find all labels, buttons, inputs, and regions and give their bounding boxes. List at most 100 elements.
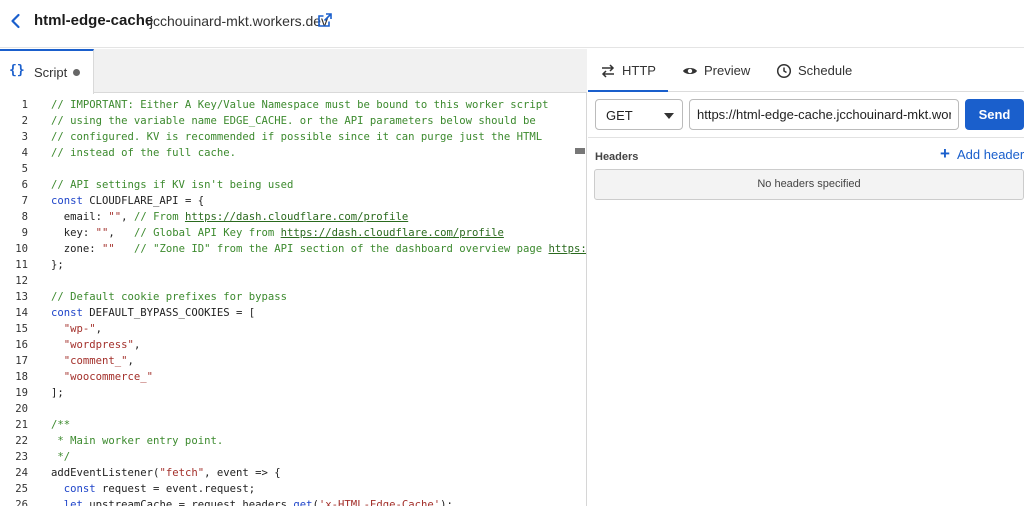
code-token: ,: [108, 227, 134, 239]
code-token: };: [51, 259, 64, 271]
code-token: const: [51, 307, 83, 319]
code-line: 1 // IMPORTANT: Either A Key/Value Namesp…: [0, 97, 586, 113]
tab-http[interactable]: HTTP: [588, 49, 668, 92]
code-text: const DEFAULT_BYPASS_COOKIES = [: [51, 305, 255, 321]
code-token: const: [63, 483, 96, 495]
line-number: 18: [15, 371, 28, 383]
code-text: key: "", // Global API Key from https://…: [51, 225, 504, 241]
code-line: 10 zone: "" // "Zone ID" from the API se…: [0, 241, 586, 257]
tab-preview-label: Preview: [704, 63, 751, 78]
code-token: );: [440, 499, 453, 506]
code-token: // "Zone ID" from the API section of the…: [133, 243, 549, 255]
code-token: ,: [133, 339, 141, 351]
tab-schedule[interactable]: Schedule: [764, 49, 864, 92]
method-select[interactable]: GET: [595, 99, 683, 130]
line-number: 21: [15, 419, 28, 431]
code-token: ];: [51, 387, 64, 399]
code-line: 11};: [0, 257, 586, 273]
code-token[interactable]: https://dash.cloudflare.com/profile: [281, 227, 504, 239]
external-link-icon[interactable]: [317, 12, 333, 28]
code-token: ,: [95, 323, 103, 335]
code-token: get: [293, 499, 313, 506]
headers-title: Headers: [595, 151, 639, 163]
line-number: 26: [15, 499, 28, 506]
back-arrow-icon[interactable]: [6, 11, 26, 31]
line-number: 17: [15, 355, 28, 367]
code-line: 23 */: [0, 449, 586, 465]
code-text: const request = event.request;: [51, 481, 255, 497]
code-token: // API settings if KV isn't being used: [51, 179, 294, 191]
line-number: 22: [15, 435, 28, 447]
code-token: const: [51, 195, 83, 207]
code-text: // instead of the full cache.: [51, 145, 236, 161]
line-number: 15: [15, 323, 28, 335]
code-token[interactable]: https:/: [549, 243, 586, 255]
code-token: , event => {: [204, 467, 281, 479]
line-number: 10: [15, 243, 28, 255]
send-button[interactable]: Send: [965, 99, 1024, 130]
line-number: 24: [15, 467, 28, 479]
editor-tab-bar: {} Script: [0, 49, 587, 94]
code-token: 'x-HTML-Edge-Cache': [318, 499, 441, 506]
top-bar: html-edge-cache .jcchouinard-mkt.workers…: [0, 0, 1024, 48]
code-text: // API settings if KV isn't being used: [51, 177, 293, 193]
tab-http-label: HTTP: [622, 63, 656, 78]
code-text: "wp-",: [51, 321, 102, 337]
code-text: "comment_",: [51, 353, 134, 369]
code-line: 26 let upstreamCache = request.headers.g…: [0, 497, 586, 506]
tab-preview[interactable]: Preview: [670, 49, 762, 92]
line-number: 5: [21, 163, 28, 175]
code-line: 4 // instead of the full cache.: [0, 145, 586, 161]
code-token: "fetch": [159, 467, 205, 479]
script-tab-label: Script: [34, 65, 68, 80]
code-token: "wordpress": [63, 339, 134, 351]
code-text: * Main worker entry point.: [51, 433, 223, 449]
code-text: addEventListener("fetch", event => {: [51, 465, 281, 481]
line-number: 7: [21, 195, 28, 207]
code-line: 20: [0, 401, 586, 417]
code-text: };: [51, 257, 64, 273]
code-token: // using the variable name EDGE_CACHE. o…: [51, 115, 536, 127]
line-number: 25: [15, 483, 28, 495]
code-token: // configured. KV is recommended if poss…: [51, 131, 543, 143]
url-input[interactable]: [689, 99, 959, 130]
code-text: email: "", // From https://dash.cloudfla…: [51, 209, 408, 225]
code-area[interactable]: 1 // IMPORTANT: Either A Key/Value Namesp…: [0, 95, 586, 506]
line-number: 2: [21, 115, 28, 127]
minimap-marker: [575, 148, 585, 154]
code-line: 9 key: "", // Global API Key from https:…: [0, 225, 586, 241]
code-token: DEFAULT_BYPASS_COOKIES = [: [82, 307, 256, 319]
code-token: request = event.request;: [95, 483, 256, 495]
line-number: 20: [15, 403, 28, 415]
code-token: ,: [121, 211, 134, 223]
code-token: CLOUDFLARE_API = {: [82, 195, 205, 207]
code-token: let: [63, 499, 83, 506]
line-number: 13: [15, 291, 28, 303]
code-line: 5: [0, 161, 586, 177]
code-line: 15 "wp-",: [0, 321, 586, 337]
tab-script[interactable]: {} Script: [0, 49, 94, 94]
code-token: "": [102, 243, 115, 255]
worker-name: html-edge-cache: [34, 12, 154, 29]
code-token[interactable]: https://dash.cloudflare.com/profile: [185, 211, 408, 223]
code-token: */: [51, 451, 71, 463]
code-text: let upstreamCache = request.headers.get(…: [51, 497, 453, 506]
code-line: 6 // API settings if KV isn't being used: [0, 177, 586, 193]
code-token: "wp-": [63, 323, 96, 335]
braces-icon: {}: [9, 63, 25, 78]
chevron-down-icon: [664, 113, 674, 119]
line-number: 12: [15, 275, 28, 287]
clock-icon: [776, 63, 792, 79]
code-line: 22 * Main worker entry point.: [0, 433, 586, 449]
code-text: // Default cookie prefixes for bypass: [51, 289, 287, 305]
plus-icon: +: [940, 144, 950, 163]
code-line: 16 "wordpress",: [0, 337, 586, 353]
code-token: // IMPORTANT: Either A Key/Value Namespa…: [51, 99, 549, 111]
code-line: 25 const request = event.request;: [0, 481, 586, 497]
code-line: 7 const CLOUDFLARE_API = {: [0, 193, 586, 209]
code-token: addEventListener(: [51, 467, 160, 479]
